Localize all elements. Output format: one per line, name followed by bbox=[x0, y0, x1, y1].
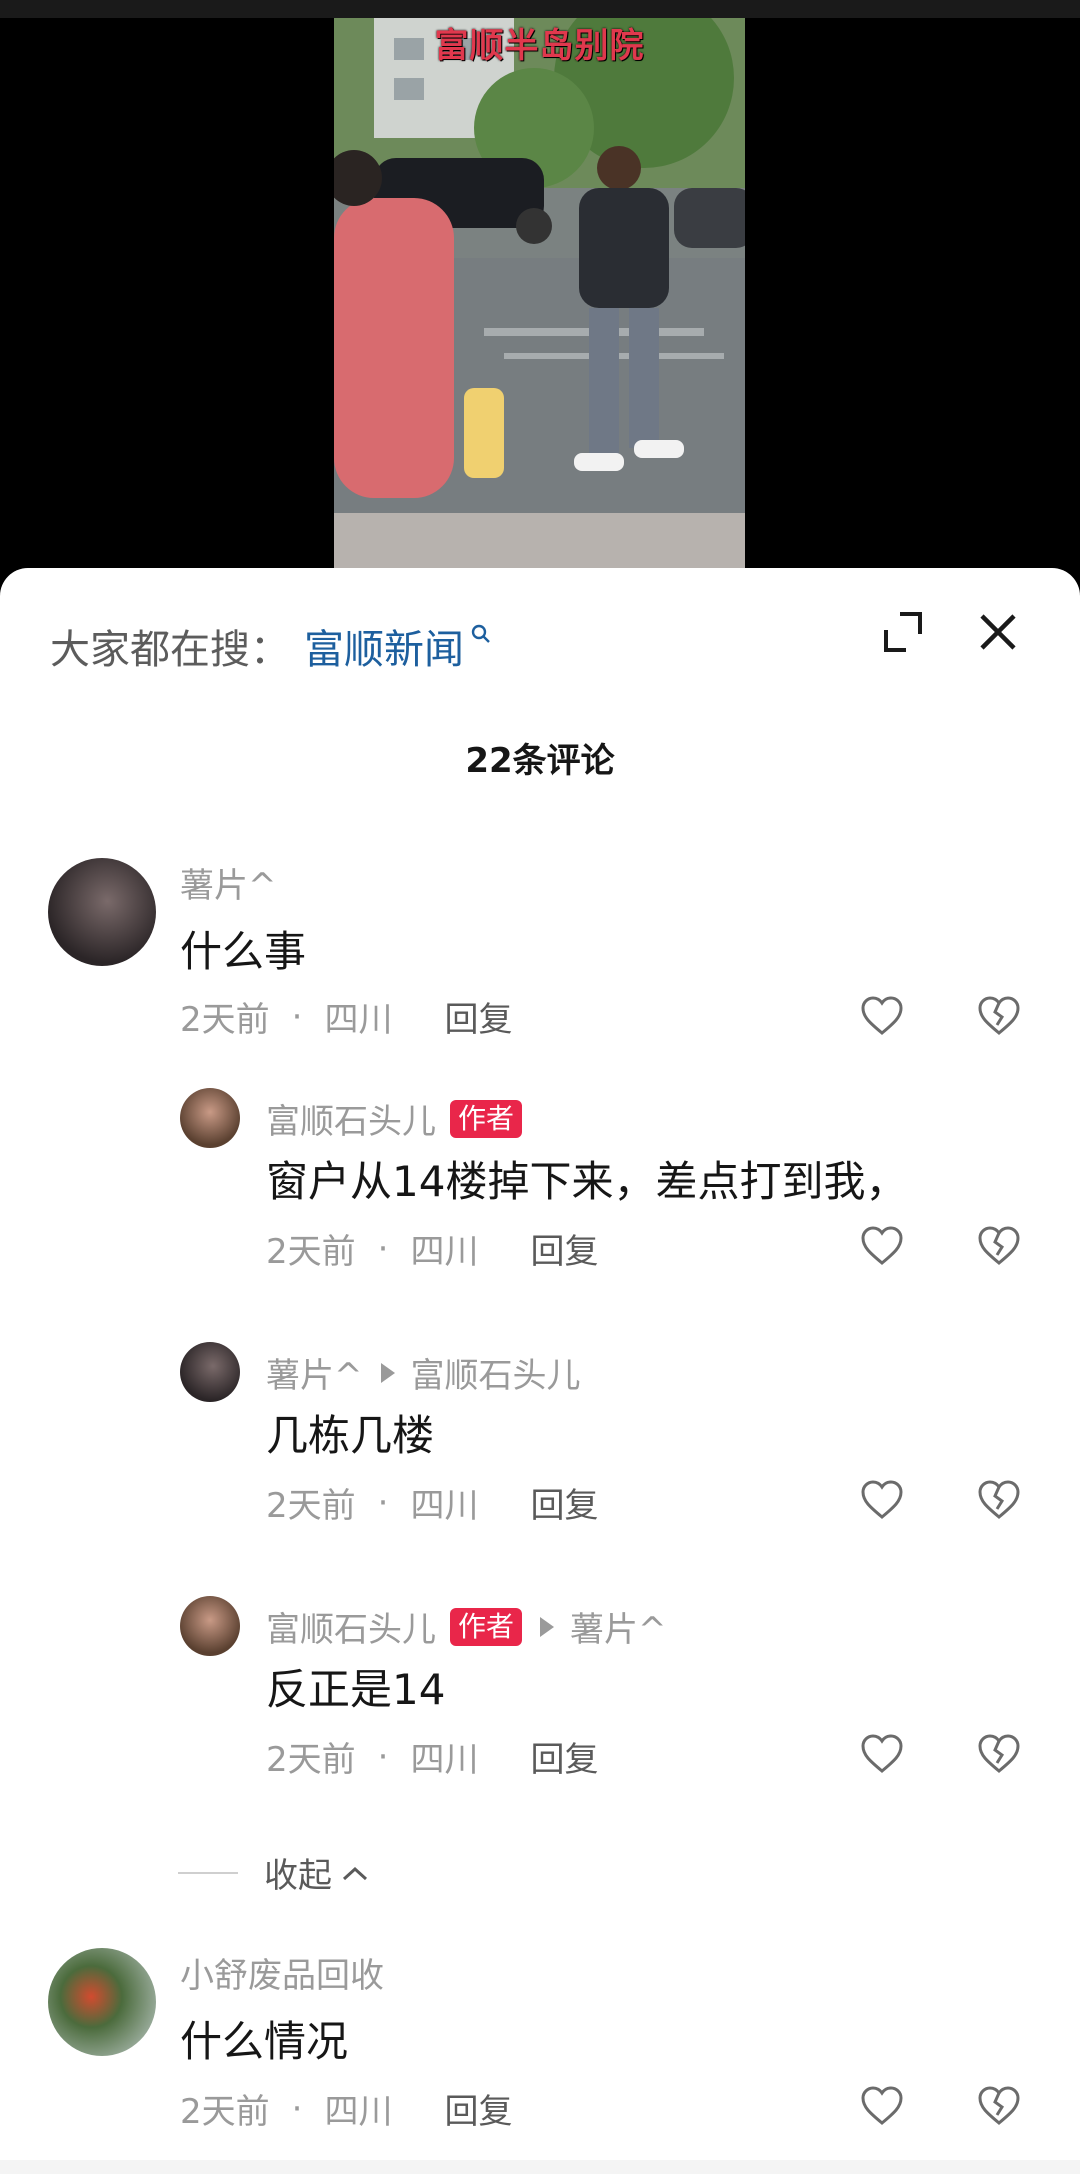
separator-dot: · bbox=[377, 1482, 389, 1523]
reply-item: 薯片^ 富顺石头儿 几栋几楼 2天前 · 四川 回复 bbox=[0, 1342, 1080, 1526]
reply-target-name[interactable]: 富顺石头儿 bbox=[411, 1348, 581, 1397]
status-bar bbox=[0, 0, 1080, 18]
reply-location: 四川 bbox=[410, 1232, 479, 1272]
comment-username[interactable]: 小舒废品回收 bbox=[180, 1948, 384, 1997]
comment-location: 四川 bbox=[324, 1000, 393, 1040]
trending-search[interactable]: 大家都在搜： 富顺新闻 bbox=[50, 616, 492, 676]
reply-text: 几栋几楼 bbox=[266, 1411, 435, 1460]
avatar[interactable] bbox=[180, 1088, 240, 1148]
reply-button[interactable]: 回复 bbox=[444, 992, 512, 1041]
street-scene-image bbox=[334, 18, 745, 568]
reply-time: 2天前 bbox=[266, 1740, 356, 1780]
video-frame[interactable]: 富顺半岛别院 bbox=[334, 18, 745, 568]
reply-meta: 2天前 · 四川 回复 bbox=[266, 1732, 598, 1781]
dislike-broken-heart-icon[interactable] bbox=[975, 1730, 1023, 1778]
reply-button[interactable]: 回复 bbox=[530, 1478, 598, 1527]
comment-item: 小舒废品回收 什么情况 2天前 · 四川 回复 bbox=[0, 1948, 1080, 2132]
dislike-broken-heart-icon[interactable] bbox=[975, 2082, 1023, 2130]
avatar[interactable] bbox=[180, 1342, 240, 1402]
reply-item: 富顺石头儿 作者 窗户从14楼掉下来，差点打到我， 2天前 · 四川 回复 bbox=[0, 1088, 1080, 1272]
search-prefix: 大家都在搜： bbox=[50, 627, 290, 673]
reply-username-text[interactable]: 薯片^ bbox=[266, 1348, 363, 1397]
reply-button[interactable]: 回复 bbox=[444, 2084, 512, 2133]
dislike-broken-heart-icon[interactable] bbox=[975, 992, 1023, 1040]
comment-text: 什么情况 bbox=[180, 2017, 349, 2066]
chevron-up-icon bbox=[342, 1866, 368, 1880]
search-icon bbox=[471, 624, 490, 643]
reply-text: 窗户从14楼掉下来，差点打到我， bbox=[266, 1157, 908, 1206]
like-heart-icon[interactable] bbox=[858, 2082, 906, 2130]
reply-time: 2天前 bbox=[266, 1486, 356, 1526]
author-badge: 作者 bbox=[450, 1607, 523, 1646]
reply-username[interactable]: 薯片^ 富顺石头儿 bbox=[266, 1348, 581, 1397]
reply-username[interactable]: 富顺石头儿 作者 bbox=[266, 1094, 523, 1143]
dislike-broken-heart-icon[interactable] bbox=[975, 1222, 1023, 1270]
like-heart-icon[interactable] bbox=[858, 1476, 906, 1524]
avatar[interactable] bbox=[180, 1596, 240, 1656]
collapse-replies-button[interactable]: 收起 bbox=[178, 1848, 370, 1897]
collapse-label[interactable]: 收起 bbox=[264, 1848, 332, 1897]
comment-item: 薯片^ 什么事 2天前 · 四川 回复 bbox=[0, 858, 1080, 1040]
reply-meta: 2天前 · 四川 回复 bbox=[266, 1478, 598, 1527]
reply-to-arrow-icon bbox=[540, 1616, 555, 1637]
comments-sheet: 大家都在搜： 富顺新闻 22条评论 薯片^ 什么事 2天前 · 四川 回复 富顺… bbox=[0, 568, 1080, 2174]
comment-location: 四川 bbox=[324, 2092, 393, 2132]
expand-icon[interactable] bbox=[878, 606, 930, 658]
reply-meta: 2天前 · 四川 回复 bbox=[266, 1224, 598, 1273]
reply-time: 2天前 bbox=[266, 1232, 356, 1272]
comment-time: 2天前 bbox=[180, 2092, 270, 2132]
reply-button[interactable]: 回复 bbox=[530, 1224, 598, 1273]
reply-username-text[interactable]: 富顺石头儿 bbox=[266, 1602, 436, 1651]
reply-item: 富顺石头儿 作者 薯片^ 反正是14 2天前 · 四川 回复 bbox=[0, 1596, 1080, 1780]
like-heart-icon[interactable] bbox=[858, 992, 906, 1040]
divider-line bbox=[178, 1871, 238, 1874]
reply-location: 四川 bbox=[410, 1486, 479, 1526]
reply-text: 反正是14 bbox=[266, 1665, 446, 1714]
reply-target-name[interactable]: 薯片^ bbox=[570, 1602, 667, 1651]
author-badge: 作者 bbox=[450, 1099, 523, 1138]
comment-count-title: 22条评论 bbox=[465, 741, 615, 781]
reply-username[interactable]: 富顺石头儿 作者 薯片^ bbox=[266, 1602, 667, 1651]
comment-username[interactable]: 薯片^ bbox=[180, 858, 277, 907]
separator-dot: · bbox=[377, 1736, 389, 1777]
avatar[interactable] bbox=[48, 858, 156, 966]
dislike-broken-heart-icon[interactable] bbox=[975, 1476, 1023, 1524]
comment-text: 什么事 bbox=[180, 927, 307, 976]
video-area[interactable]: 富顺半岛别院 bbox=[0, 0, 1080, 580]
reply-username-text[interactable]: 富顺石头儿 bbox=[266, 1094, 436, 1143]
search-term-link[interactable]: 富顺新闻 bbox=[304, 617, 464, 675]
like-heart-icon[interactable] bbox=[858, 1730, 906, 1778]
comment-time: 2天前 bbox=[180, 1000, 270, 1040]
avatar[interactable] bbox=[48, 1948, 156, 2056]
comment-input-bar-edge[interactable] bbox=[0, 2160, 1080, 2174]
separator-dot: · bbox=[377, 1228, 389, 1269]
comment-meta: 2天前 · 四川 回复 bbox=[180, 992, 512, 1041]
separator-dot: · bbox=[291, 2088, 303, 2129]
comment-meta: 2天前 · 四川 回复 bbox=[180, 2084, 512, 2133]
like-heart-icon[interactable] bbox=[858, 1222, 906, 1270]
reply-to-arrow-icon bbox=[380, 1362, 395, 1383]
separator-dot: · bbox=[291, 996, 303, 1037]
reply-button[interactable]: 回复 bbox=[530, 1732, 598, 1781]
reply-location: 四川 bbox=[410, 1740, 479, 1780]
close-icon[interactable] bbox=[970, 604, 1026, 660]
video-caption: 富顺半岛别院 bbox=[434, 26, 645, 66]
